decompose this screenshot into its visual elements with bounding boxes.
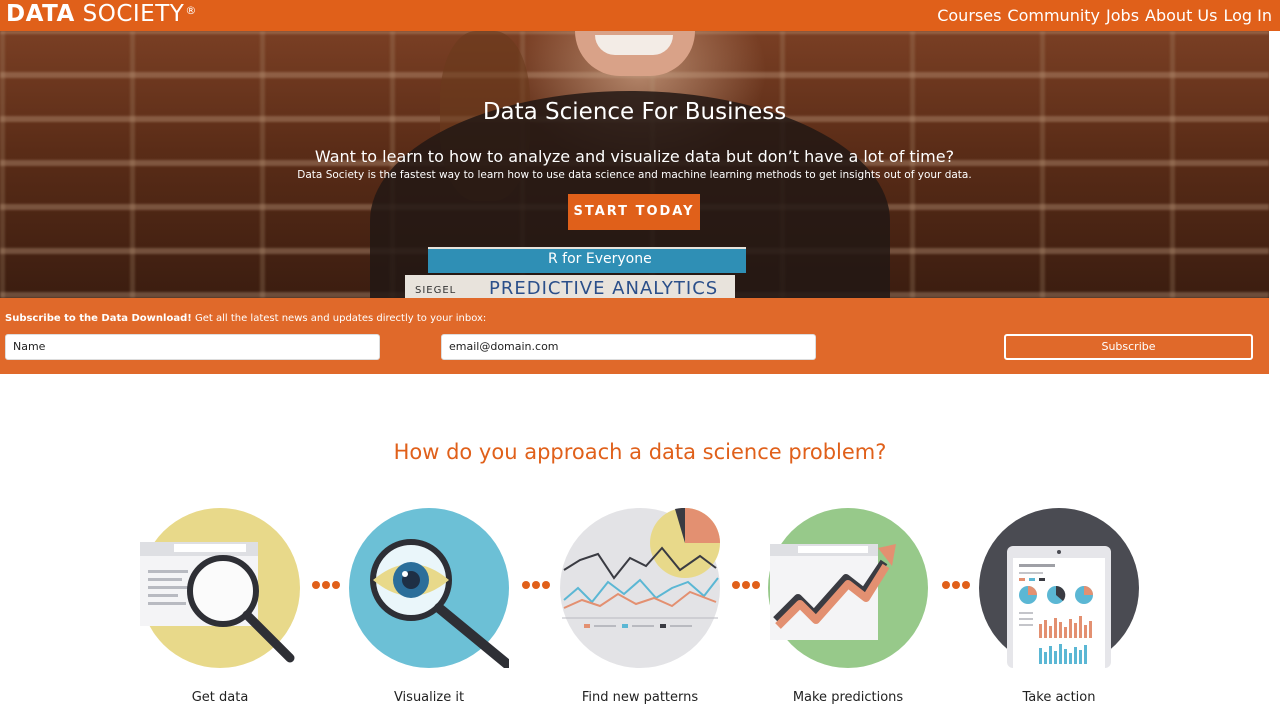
nav-log-in-link[interactable]: Log In [1223, 6, 1272, 25]
start-today-button[interactable]: START TODAY [568, 194, 700, 230]
top-navigation-bar: DATA SOCIETY® Courses Community Jobs Abo… [0, 0, 1280, 31]
logo-text-light: SOCIETY [82, 1, 185, 27]
name-input[interactable]: Name [5, 334, 380, 360]
step-label-visualize-it: Visualize it [393, 690, 465, 705]
book-author: SIEGEL [415, 285, 457, 296]
main-nav: Courses Community Jobs About Us Log In [937, 0, 1272, 31]
predictions-trend-icon [768, 508, 928, 668]
email-input[interactable]: email@domain.com [441, 334, 816, 360]
step-label-make-predictions: Make predictions [792, 690, 904, 705]
book-predictive-analytics: SIEGEL PREDICTIVE ANALYTICS [405, 275, 735, 298]
subscribe-button[interactable]: Subscribe [1004, 334, 1253, 360]
step-label-take-action: Take action [1022, 690, 1096, 705]
subscribe-description: Get all the latest news and updates dire… [191, 313, 487, 324]
step-connector-dots [732, 581, 760, 591]
nav-courses-link[interactable]: Courses [937, 6, 1001, 25]
take-action-tablet-icon [979, 508, 1139, 668]
hero-subtitle: Want to learn to how to analyze and visu… [314, 147, 955, 166]
registered-mark: ® [185, 4, 197, 17]
visualize-eye-icon [349, 508, 509, 668]
get-data-icon [140, 508, 300, 668]
subscribe-band: Subscribe to the Data Download! Get all … [0, 298, 1269, 374]
patterns-chart-icon [560, 508, 720, 668]
nav-community-link[interactable]: Community [1007, 6, 1100, 25]
book-title-bottom: PREDICTIVE ANALYTICS [489, 278, 719, 298]
book-r-for-everyone: R for Everyone [428, 247, 746, 273]
approach-section-title: How do you approach a data science probl… [393, 440, 887, 464]
subscribe-lead: Subscribe to the Data Download! [5, 313, 192, 324]
step-label-get-data: Get data [191, 690, 249, 705]
nav-jobs-link[interactable]: Jobs [1106, 6, 1139, 25]
hero-photo-teeth [595, 35, 673, 55]
nav-about-us-link[interactable]: About Us [1145, 6, 1217, 25]
step-label-find-new-patterns: Find new patterns [581, 690, 699, 705]
logo-text-bold: DATA [6, 1, 75, 27]
book-title-top: R for Everyone [548, 251, 652, 267]
data-society-logo[interactable]: DATA SOCIETY® [6, 0, 197, 31]
step-connector-dots [312, 581, 340, 591]
step-connector-dots [942, 581, 970, 591]
step-connector-dots [522, 581, 550, 591]
subscribe-text: Subscribe to the Data Download! Get all … [5, 313, 486, 324]
hero-description: Data Society is the fastest way to learn… [297, 169, 972, 181]
hero-title: Data Science For Business [482, 99, 787, 125]
hero-banner: R for Everyone SIEGEL PREDICTIVE ANALYTI… [0, 31, 1269, 298]
